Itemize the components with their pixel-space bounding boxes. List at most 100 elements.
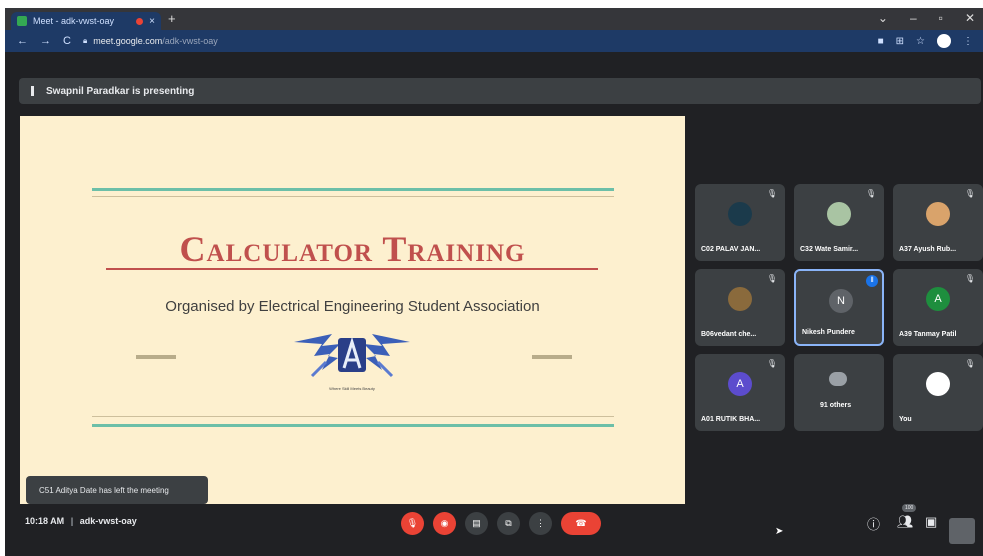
participant-name: B06vedant che... <box>701 331 757 338</box>
meeting-time: 10:18 AM <box>25 516 65 526</box>
browser-tab-strip: Meet - adk-vwst-oay × + ⌄ – ▫ ✕ <box>5 8 983 30</box>
presenting-text: Swapnil Paradkar is presenting <box>46 85 195 97</box>
window-controls: ⌄ – ▫ ✕ <box>878 11 975 25</box>
avatar <box>926 202 950 226</box>
others-tile[interactable]: 91 others <box>794 354 884 431</box>
url-path: /adk-vwst-oay <box>162 36 218 46</box>
camera-off-button[interactable]: ◉ <box>433 512 456 535</box>
presenting-indicator-icon <box>31 86 34 96</box>
participant-name: You <box>899 416 912 423</box>
participant-tile[interactable]: 🎙︎ B06vedant che... <box>695 269 785 346</box>
end-call-button[interactable]: ☎︎ <box>561 512 601 535</box>
maximize-icon[interactable]: ▫ <box>939 11 943 25</box>
back-icon[interactable]: ← <box>17 35 28 47</box>
left-meeting-toast: C51 Aditya Date has left the meeting <box>26 476 208 504</box>
separator: | <box>70 516 74 526</box>
self-preview-thumbnail <box>949 518 975 544</box>
participant-tile[interactable]: 🎙︎ A37 Ayush Rub... <box>893 184 983 261</box>
presenting-banner: Swapnil Paradkar is presenting <box>19 78 981 104</box>
avatar <box>728 202 752 226</box>
avatar <box>827 202 851 226</box>
reload-icon[interactable]: C <box>63 35 71 47</box>
url-field[interactable]: 🔒︎ meet.google.com/adk-vwst-oay <box>83 36 218 46</box>
meeting-clock-and-code: 10:18 AM | adk-vwst-oay <box>25 516 137 526</box>
participant-tile[interactable]: 🎙︎ C02 PALAV JAN... <box>695 184 785 261</box>
avatar: N <box>829 289 853 313</box>
mic-muted-icon: 🎙︎ <box>766 359 777 368</box>
avatar <box>728 287 752 311</box>
chevron-down-icon[interactable]: ⌄ <box>878 11 888 25</box>
avatar: A <box>728 372 752 396</box>
slide-rule-top-thin <box>92 196 614 197</box>
participant-name: A01 RUTIK BHA... <box>701 416 761 423</box>
self-avatar <box>926 372 950 396</box>
extension-icon[interactable]: ⊞ <box>896 36 904 47</box>
captions-button[interactable]: ▤ <box>465 512 488 535</box>
browser-menu-icon[interactable]: ⋮ <box>963 36 973 47</box>
address-bar: ← → C 🔒︎ meet.google.com/adk-vwst-oay ■ … <box>5 30 983 52</box>
bookmark-star-icon[interactable]: ☆ <box>916 36 925 47</box>
others-count: 91 others <box>820 402 852 409</box>
camera-permission-icon[interactable]: ■ <box>878 36 884 47</box>
camera-off-icon: ◉ <box>440 518 449 528</box>
self-tile[interactable]: 🎙︎ You <box>893 354 983 431</box>
slide-title: Calculator Training <box>179 229 526 269</box>
participant-name: Nikesh Pundere <box>802 329 855 336</box>
lock-icon: 🔒︎ <box>82 36 88 45</box>
participant-tile[interactable]: 🎙︎ C32 Wate Samir... <box>794 184 884 261</box>
association-logo-icon <box>294 334 410 378</box>
slide-dash-left <box>136 355 176 359</box>
mic-muted-icon: 🎙︎ <box>964 274 975 283</box>
tab-title: Meet - adk-vwst-oay <box>33 16 115 26</box>
mic-muted-icon: 🎙︎ <box>964 189 975 198</box>
mic-off-icon: 🎙︎ <box>406 518 419 528</box>
mic-muted-icon: 🎙︎ <box>766 189 777 198</box>
meet-favicon-icon <box>17 16 27 26</box>
meeting-code: adk-vwst-oay <box>79 516 137 526</box>
mic-muted-icon: 🎙︎ <box>865 189 876 198</box>
slide-title-underline <box>106 268 598 270</box>
end-call-icon: ☎︎ <box>575 518 587 528</box>
info-icon[interactable]: ⓘ <box>867 514 880 533</box>
people-icon[interactable]: 👥︎ <box>897 514 914 530</box>
participant-name: A37 Ayush Rub... <box>899 246 957 253</box>
speaking-indicator-icon: ⦀ <box>866 275 878 287</box>
close-window-icon[interactable]: ✕ <box>965 11 975 25</box>
shared-slide: Calculator Training Organised by Electri… <box>20 116 685 504</box>
avatar: A <box>926 287 950 311</box>
participant-name: C32 Wate Samir... <box>800 246 859 253</box>
chat-icon[interactable]: ▣ <box>925 514 937 530</box>
mouse-cursor-icon: ➤ <box>775 526 784 537</box>
slide-rule-top <box>92 188 614 191</box>
more-options-button[interactable]: ⋮ <box>529 512 552 535</box>
participant-count-badge: 100 <box>902 504 917 512</box>
others-avatars-icon <box>829 372 847 386</box>
mic-muted-icon: 🎙︎ <box>964 359 975 368</box>
minimize-icon[interactable]: – <box>910 11 917 25</box>
participant-tile-speaking[interactable]: ⦀ N Nikesh Pundere <box>794 269 884 346</box>
toolbar-icons: ■ ⊞ ☆ ⋮ <box>878 34 973 48</box>
slide-rule-bottom-thin <box>92 416 614 417</box>
participant-name: A39 Tanmay Patil <box>899 331 957 338</box>
url-host: meet.google.com <box>93 36 163 46</box>
participant-tile[interactable]: 🎙︎ A A01 RUTIK BHA... <box>695 354 785 431</box>
mic-muted-icon: 🎙︎ <box>766 274 777 283</box>
participant-tile[interactable]: 🎙︎ A A39 Tanmay Patil <box>893 269 983 346</box>
more-options-icon: ⋮ <box>536 518 545 528</box>
slide-dash-right <box>532 355 572 359</box>
browser-tab[interactable]: Meet - adk-vwst-oay × <box>11 12 161 30</box>
recording-dot-icon <box>136 17 144 25</box>
close-tab-icon[interactable]: × <box>149 16 155 27</box>
present-icon: ⧉ <box>505 518 512 528</box>
mic-off-button[interactable]: 🎙︎ <box>401 512 424 535</box>
logo-caption: Where Skill Meets Beauty <box>329 386 375 391</box>
meet-screen: Meet - adk-vwst-oay × + ⌄ – ▫ ✕ ← → C 🔒︎… <box>5 8 983 556</box>
slide-subtitle: Organised by Electrical Engineering Stud… <box>165 298 540 315</box>
captions-icon: ▤ <box>472 518 481 528</box>
forward-icon[interactable]: → <box>40 35 51 47</box>
participant-name: C02 PALAV JAN... <box>701 246 761 253</box>
present-button[interactable]: ⧉ <box>497 512 520 535</box>
slide-rule-bottom <box>92 424 614 427</box>
new-tab-icon[interactable]: + <box>168 11 176 26</box>
profile-avatar[interactable] <box>937 34 951 48</box>
